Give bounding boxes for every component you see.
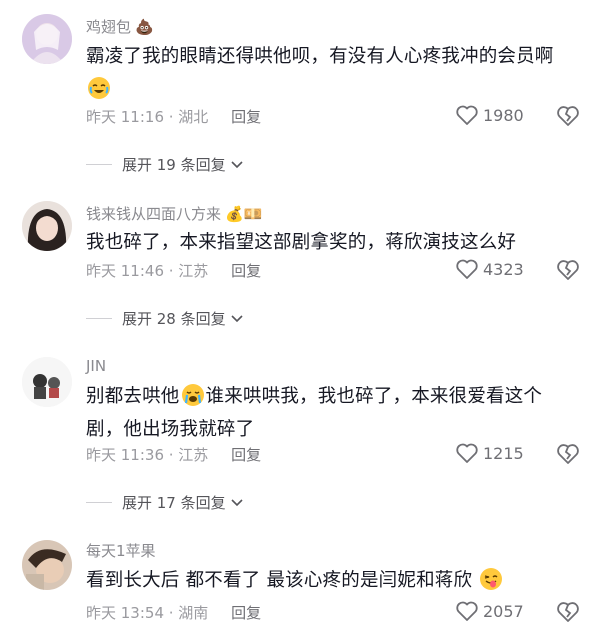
chevron-down-icon [231, 498, 243, 506]
expand-replies-button[interactable]: 展开 17 条回复 [86, 492, 244, 513]
expand-replies-button[interactable]: 展开 19 条回复 [86, 154, 244, 175]
divider [86, 164, 112, 165]
comment-time: 昨天 13:54 · 湖南 [86, 604, 209, 622]
comment-meta: 昨天 11:16 · 湖北 回复 [86, 106, 261, 127]
like-button[interactable]: 1980 [455, 104, 524, 126]
like-count: 1215 [483, 443, 524, 463]
crying-face-emoji-icon [181, 384, 204, 406]
username-text[interactable]: 每天1苹果 [86, 542, 156, 560]
like-button[interactable]: 4323 [455, 258, 524, 280]
divider [86, 318, 112, 319]
heart-outline-icon [456, 105, 478, 125]
reply-button[interactable]: 回复 [231, 262, 261, 280]
expand-replies-label[interactable]: 展开 19 条回复 [122, 154, 226, 175]
comment-meta: 昨天 13:54 · 湖南 回复 [86, 602, 261, 623]
avatar[interactable] [22, 201, 72, 251]
chevron-down-icon [231, 314, 243, 322]
comment-text-content: 我也碎了，本来指望这部剧拿奖的，蒋欣演技这么好 [86, 232, 517, 253]
heart-outline-icon [456, 443, 478, 463]
comment-text: 别都去哄他 谁来哄哄我，我也碎了，本来很爱看这个剧，他出场我就碎了 [86, 380, 576, 446]
laugh-cry-emoji-icon [88, 77, 110, 99]
reply-button[interactable]: 回复 [231, 446, 261, 464]
expand-replies-button[interactable]: 展开 28 条回复 [86, 308, 244, 329]
poop-emoji-icon: 💩 [135, 18, 154, 36]
broken-heart-icon[interactable] [555, 600, 581, 624]
avatar[interactable] [22, 357, 72, 407]
username-text[interactable]: JIN [86, 357, 106, 375]
expand-replies-label[interactable]: 展开 17 条回复 [122, 492, 226, 513]
avatar[interactable] [22, 540, 72, 590]
username[interactable]: 钱来钱从四面八方来 💰💴 [86, 203, 262, 224]
like-count: 4323 [483, 259, 524, 279]
comment-text: 霸凌了我的眼睛还得哄他呗，有没有人心疼我冲的会员啊 [86, 40, 576, 106]
chevron-down-icon [231, 160, 243, 168]
expand-replies-label[interactable]: 展开 28 条回复 [122, 308, 226, 329]
reply-button[interactable]: 回复 [231, 604, 261, 622]
comment-time: 昨天 11:36 · 江苏 [86, 446, 209, 464]
like-button[interactable]: 1215 [455, 442, 524, 464]
broken-heart-icon[interactable] [555, 104, 581, 128]
username-text[interactable]: 钱来钱从四面八方来 [86, 205, 221, 223]
comment-time: 昨天 11:16 · 湖北 [86, 108, 209, 126]
comment-time: 昨天 11:46 · 江苏 [86, 262, 209, 280]
broken-heart-icon[interactable] [555, 442, 581, 466]
comment-text: 看到长大后 都不看了 最该心疼的是闫妮和蒋欣 [86, 564, 576, 597]
comment-meta: 昨天 11:36 · 江苏 回复 [86, 444, 261, 465]
like-button[interactable]: 2057 [455, 600, 524, 622]
like-count: 1980 [483, 105, 524, 125]
heart-outline-icon [456, 601, 478, 621]
comment-text-content: 看到长大后 都不看了 最该心疼的是闫妮和蒋欣 [86, 570, 473, 591]
divider [86, 502, 112, 503]
like-count: 2057 [483, 601, 524, 621]
comment-text-content: 别都去哄他 [86, 386, 180, 407]
heart-outline-icon [456, 259, 478, 279]
username[interactable]: JIN [86, 357, 106, 375]
money-emoji-icon: 💰💴 [225, 205, 263, 223]
reply-button[interactable]: 回复 [231, 108, 261, 126]
broken-heart-icon[interactable] [555, 258, 581, 282]
tongue-wink-emoji-icon [480, 568, 503, 590]
username[interactable]: 每天1苹果 [86, 540, 156, 561]
comment-meta: 昨天 11:46 · 江苏 回复 [86, 260, 261, 281]
username-text[interactable]: 鸡翅包 [86, 18, 131, 36]
username[interactable]: 鸡翅包 💩 [86, 16, 154, 37]
comment-text-content: 霸凌了我的眼睛还得哄他呗，有没有人心疼我冲的会员啊 [86, 46, 554, 67]
comment-text: 我也碎了，本来指望这部剧拿奖的，蒋欣演技这么好 [86, 226, 576, 259]
avatar[interactable] [22, 14, 72, 64]
